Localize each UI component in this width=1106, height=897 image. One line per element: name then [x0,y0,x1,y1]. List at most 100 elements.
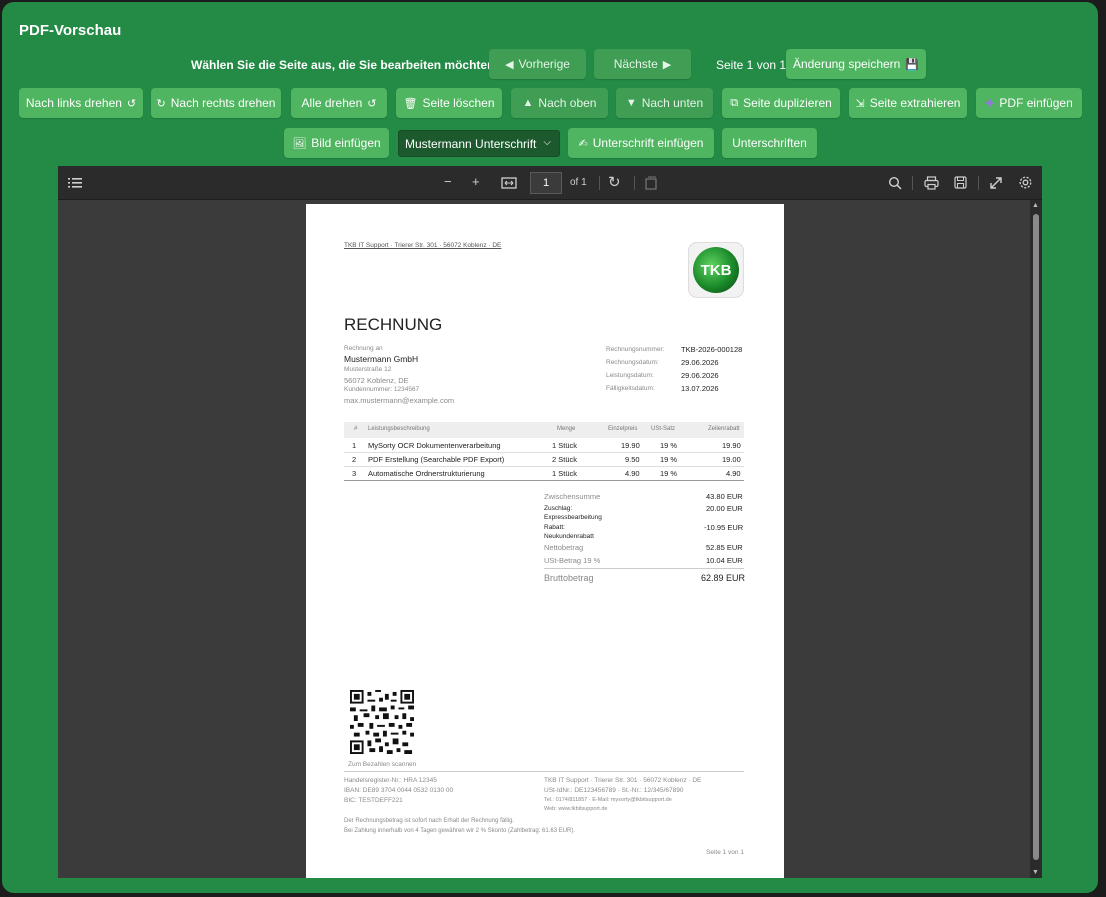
gross-label: Bruttobetrag [544,573,594,583]
settings-gear-icon[interactable] [1018,175,1033,190]
table-row-qty: 1 Stück [552,469,578,478]
rotate-left-button[interactable]: Nach links drehen ↺ [19,88,143,118]
table-row-total: 19.90 [722,441,741,450]
table-header-cell: Menge [557,426,576,432]
scroll-down-icon[interactable]: ▼ [1032,869,1039,876]
zoom-out-icon[interactable]: − [444,174,452,189]
net-value: 52.85 EUR [706,543,743,552]
delete-page-button[interactable]: 🗑 Seite löschen [396,88,502,118]
table-row-num: 1 [352,441,357,450]
footer-left-line: Handelsregister-Nr.: HRA 12345 [344,777,437,784]
sidebar-toggle-icon[interactable] [68,177,82,189]
page-total: of 1 [570,177,587,188]
page-status: Seite 1 von 1 [716,58,787,72]
search-icon[interactable] [888,176,902,190]
meta-value: 13.07.2026 [681,384,719,393]
surcharge-value: 20.00 EUR [706,504,743,513]
page-footer: Seite 1 von 1 [706,849,744,856]
company-logo: TKB [688,242,744,298]
discount-value: -10.95 EUR [704,523,744,532]
triangle-left-icon: ◀ [505,58,514,71]
page-number-input[interactable]: 1 [530,172,562,194]
signature-select[interactable]: Mustermann Unterschrift ⌵ [398,130,560,157]
surcharge-desc: Expressbearbeitung [544,514,602,521]
table-row-qty: 1 Stück [552,441,578,450]
pdf-viewer: − + 1 of 1 ↻ ▲ ▼ TKB IT Support · Triere… [58,166,1042,878]
table-row-total: 4.90 [726,469,741,478]
previous-page-button[interactable]: ◀ Vorherige [489,49,586,79]
viewer-toolbar: − + 1 of 1 ↻ [58,166,1042,200]
panel-title: PDF-Vorschau [19,22,122,39]
extract-icon: ⇲ [855,97,865,110]
table-header-cell: Leistungsbeschreibung [368,426,430,432]
triangle-right-icon: ▶ [662,58,672,71]
save-changes-button[interactable]: Änderung speichern 💾 [786,49,926,79]
fit-width-icon[interactable] [501,177,517,189]
discount-label: Rabatt: [544,524,565,531]
table-row-desc: MySorty OCR Dokumentenverarbeitung [368,441,501,450]
discount-desc: Neukundenrabatt [544,533,594,540]
net-label: Nettobetrag [544,543,584,552]
pdf-page: TKB IT Support · Trierer Str. 301 · 5607… [306,204,784,878]
discount-note: Bei Zahlung innerhalb von 4 Tagen gewähr… [344,828,576,834]
meta-label: Rechnungsnummer: [606,346,665,353]
rotate-view-icon[interactable]: ↻ [608,173,621,191]
print-icon[interactable] [924,176,939,190]
table-row-qty: 2 Stück [552,455,578,464]
signature-icon: ✍ [578,137,588,150]
table-row-price: 9.50 [625,455,640,464]
zoom-in-icon[interactable]: + [472,174,480,189]
insert-image-button[interactable]: 🖼 Bild einfügen [284,128,389,158]
move-down-button[interactable]: ▼ Nach unten [616,88,713,118]
arrow-up-icon: ▲ [522,97,534,109]
table-row-num: 3 [352,469,357,478]
recipient-label: Rechnung an [344,345,383,352]
insert-signature-button[interactable]: ✍ Unterschrift einfügen [568,128,714,158]
recipient-email: max.mustermann@example.com [344,396,455,405]
table-row-price: 19.90 [621,441,640,450]
vat-value: 10.04 EUR [706,556,743,565]
rotate-right-button[interactable]: ↻ Nach rechts drehen [151,88,281,118]
meta-label: Leistungsdatum: [606,372,654,379]
recipient-name: Mustermann GmbH [344,354,419,364]
table-row-total: 19.00 [722,455,741,464]
meta-label: Fälligkeitsdatum: [606,385,655,392]
scrollbar-thumb[interactable] [1033,214,1039,860]
recipient-city: 56072 Koblenz, DE [344,376,409,385]
subtotal-label: Zwischensumme [544,492,601,501]
meta-label: Rechnungsdatum: [606,359,659,366]
signatures-button[interactable]: Unterschriften [722,128,817,158]
meta-value: TKB-2026-000128 [681,345,743,354]
sender-line: TKB IT Support · Trierer Str. 301 · 5607… [344,242,502,249]
subtotal-value: 43.80 EUR [706,492,743,501]
rotate-all-button[interactable]: Alle drehen ↺ [291,88,387,118]
table-header-cell: # [354,426,358,432]
extract-page-button[interactable]: ⇲ Seite extrahieren [849,88,967,118]
move-up-button[interactable]: ▲ Nach oben [511,88,608,118]
footer-right-line: Web: www.tkbitsupport.de [544,806,608,812]
arrow-down-icon: ▼ [625,97,637,109]
qr-caption: Zum Bezahlen scannen [348,761,417,768]
viewer-scrollbar[interactable]: ▲ ▼ [1030,200,1042,878]
footer-right-line: USt-IdNr.: DE123456789 · St.-Nr.: 12/345… [544,787,684,794]
table-row-num: 2 [352,455,357,464]
page-view-icon[interactable] [645,176,657,190]
rotate-left-icon: ↺ [126,97,137,110]
table-row-price: 4.90 [625,469,640,478]
save-icon[interactable] [954,176,967,189]
invoice-heading: RECHNUNG [344,315,443,334]
scroll-up-icon[interactable]: ▲ [1032,202,1039,209]
duplicate-page-button[interactable]: ⧉ Seite duplizieren [722,88,840,118]
table-row-desc: Automatische Ordnerstrukturierung [368,469,485,478]
payment-note: Der Rechnungsbetrag ist sofort nach Erha… [344,818,515,824]
trash-icon: 🗑 [403,97,418,110]
next-page-button[interactable]: Nächste ▶ [594,49,691,79]
surcharge-label: Zuschlag: [544,505,573,512]
floppy-disk-icon: 💾 [905,58,920,71]
gross-value: 62.89 EUR [701,573,746,583]
fullscreen-icon[interactable] [989,176,1003,190]
payment-qr-code [350,690,414,754]
footer-left-line: BIC: TESTDEFF221 [344,797,403,804]
footer-right-line: TKB IT Support · Trierer Str. 301 · 5607… [544,777,702,784]
insert-pdf-button[interactable]: ✚ PDF einfügen [976,88,1082,118]
